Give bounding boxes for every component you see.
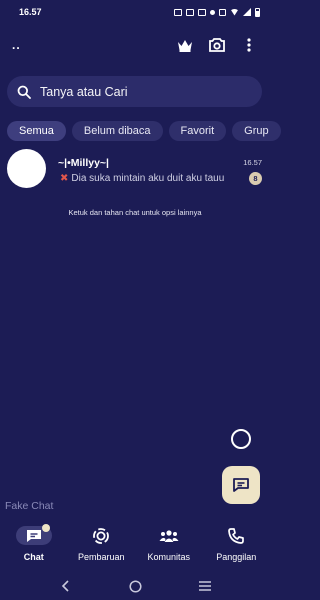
hint-text: Ketuk dan tahan chat untuk opsi lainnya — [68, 208, 202, 217]
filter-chips: Semua Belum dibaca Favorit Grup — [7, 121, 281, 141]
search-bar[interactable] — [7, 76, 262, 107]
nav-communities-label: Komunitas — [147, 552, 191, 562]
filter-chip-favorites[interactable]: Favorit — [168, 121, 227, 141]
bottom-nav: Chat Pembaruan Komunitas Panggilan — [0, 520, 270, 568]
filter-chip-groups[interactable]: Grup — [232, 121, 281, 141]
status-icons — [174, 7, 260, 17]
circle-fab-button[interactable] — [231, 429, 251, 449]
nav-communities[interactable]: Komunitas — [135, 520, 203, 568]
nav-chat[interactable]: Chat — [0, 520, 68, 568]
signal-icon — [243, 8, 251, 16]
updates-icon — [93, 527, 110, 544]
header-actions — [176, 36, 258, 54]
crown-icon[interactable] — [176, 36, 194, 54]
wifi-icon — [230, 8, 239, 16]
alarm-icon — [219, 8, 226, 16]
unread-badge: 8 — [249, 172, 262, 185]
nav-updates[interactable]: Pembaruan — [68, 520, 136, 568]
header-title: .. — [12, 38, 21, 52]
nav-calls[interactable]: Panggilan — [203, 520, 271, 568]
battery-icon — [255, 7, 260, 17]
camera-icon[interactable] — [208, 36, 226, 54]
filter-chip-all[interactable]: Semua — [7, 121, 66, 141]
chat-list-item[interactable]: ~|•Millyy~| 16.57 ✖ Dia suka mintain aku… — [0, 146, 270, 192]
more-vert-icon[interactable] — [240, 36, 258, 54]
nav-updates-icon-wrap — [83, 526, 119, 545]
chat-name: ~|•Millyy~| — [58, 157, 109, 169]
chat-preview: ✖ Dia suka mintain aku duit aku tauu — [60, 173, 224, 184]
filter-chip-unread[interactable]: Belum dibaca — [71, 121, 163, 141]
nav-chat-label: Chat — [23, 552, 44, 562]
avatar[interactable] — [7, 149, 46, 188]
new-chat-button[interactable] — [222, 466, 260, 504]
home-icon[interactable] — [128, 579, 142, 593]
recents-icon[interactable] — [198, 579, 212, 593]
chat-preview-text: Dia suka mintain aku duit aku tauu — [71, 173, 225, 184]
chat-icon — [26, 529, 41, 542]
communities-icon — [159, 529, 179, 542]
nav-chat-icon-wrap — [15, 524, 52, 545]
back-icon[interactable] — [58, 579, 72, 593]
nav-updates-label: Pembaruan — [77, 552, 125, 562]
nav-calls-icon-wrap — [218, 526, 254, 545]
phone-icon — [228, 527, 245, 544]
search-icon — [17, 85, 31, 99]
nav-calls-label: Panggilan — [216, 552, 257, 562]
nav-communities-icon-wrap — [151, 526, 187, 545]
status-bar: 16.57 — [0, 0, 270, 24]
fake-chat-label: Fake Chat — [5, 500, 54, 512]
nav-badge-dot — [41, 524, 50, 532]
search-input[interactable] — [40, 84, 240, 99]
x-icon: ✖ — [60, 173, 69, 184]
status-time: 16.57 — [19, 7, 42, 17]
app-header: .. — [0, 30, 270, 60]
system-nav-bar — [0, 572, 270, 600]
new-chat-icon — [233, 478, 249, 492]
notification-icon — [174, 8, 182, 16]
notification-icon — [186, 8, 194, 16]
notification-icon — [198, 8, 206, 16]
chat-time: 16.57 — [243, 158, 262, 167]
dot-icon — [210, 9, 215, 15]
